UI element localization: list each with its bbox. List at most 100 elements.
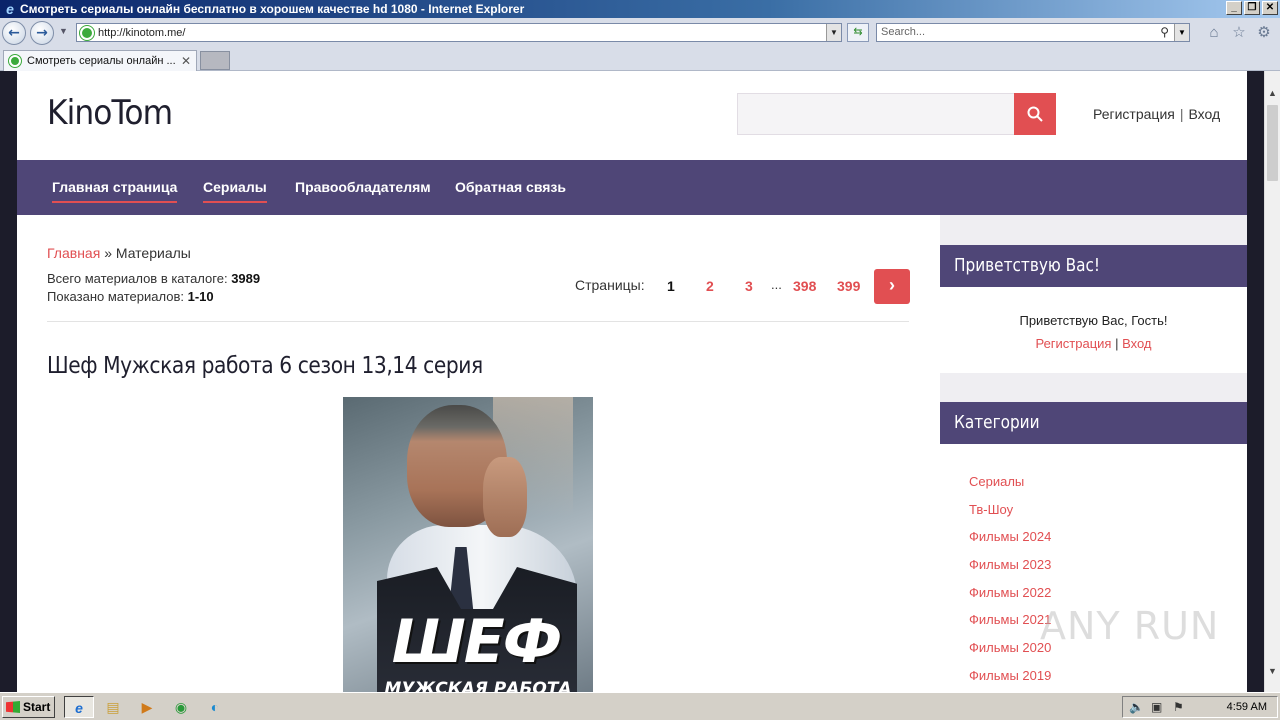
breadcrumb: Главная » Материалы (47, 245, 191, 261)
taskbar-folder-icon[interactable]: ▤ (98, 696, 128, 718)
category-link[interactable]: Фильмы 2022 (969, 585, 1051, 613)
tab-active[interactable]: Смотреть сериалы онлайн ... ✕ (3, 50, 197, 71)
poster-title-text: ШЕФ (391, 607, 563, 677)
url-text: http://kinotom.me/ (98, 26, 186, 39)
catalog-stats: Всего материалов в каталоге: 3989 Показа… (47, 270, 260, 306)
post-poster-image[interactable]: ШЕФ МУЖСКАЯ РАБОТА (343, 397, 593, 692)
site-search-button[interactable] (1014, 93, 1056, 135)
main-nav: Главная страница Сериалы Правообладателя… (17, 160, 1247, 215)
auth-separator: | (1179, 106, 1184, 122)
shown-value: 1-10 (187, 289, 214, 304)
content-divider (47, 321, 909, 322)
scrollbar-thumb[interactable] (1267, 105, 1278, 181)
minimize-button[interactable]: _ (1226, 1, 1242, 15)
category-link[interactable]: Тв-Шоу (969, 502, 1051, 530)
start-label: Start (23, 700, 51, 714)
main-content: Главная » Материалы Всего материалов в к… (17, 215, 940, 692)
volume-icon[interactable]: 🔈 (1129, 700, 1144, 714)
anyrun-watermark: ANY RUN (1040, 604, 1220, 648)
nav-item-home[interactable]: Главная страница (52, 179, 178, 203)
search-icon[interactable]: ⚲ (1160, 24, 1169, 41)
taskbar: Start e ▤ ▶ ◉ ◐ 🔈 ▣ ⚑ 4:59 AM (0, 692, 1280, 720)
tab-favicon-icon (8, 54, 22, 68)
refresh-icon: ⇆ (853, 26, 863, 38)
pagination-label: Страницы: (575, 277, 645, 293)
pagination-dots: ... (771, 277, 782, 292)
category-link[interactable]: Фильмы 2021 (969, 612, 1051, 640)
window-titlebar: e Смотреть сериалы онлайн бесплатно в хо… (0, 0, 1280, 18)
scroll-down-icon[interactable]: ▼ (1265, 663, 1280, 679)
start-button[interactable]: Start (2, 696, 55, 718)
taskbar-media-player-icon[interactable]: ▶ (132, 696, 162, 718)
welcome-text: Приветствую Вас, Гость! (1019, 313, 1168, 328)
site-favicon-icon (79, 24, 95, 41)
total-label: Всего материалов в каталоге: (47, 271, 228, 286)
auth-links: Регистрация | Вход (1093, 106, 1220, 122)
category-link[interactable]: Фильмы 2024 (969, 529, 1051, 557)
windows-flag-icon (6, 701, 20, 713)
taskbar-chrome-icon[interactable]: ◉ (166, 696, 196, 718)
sidebar-login-link[interactable]: Вход (1122, 336, 1151, 351)
sidebar-auth-separator: | (1115, 336, 1119, 351)
browser-search-input[interactable]: Search... ⚲ ▼ (876, 23, 1190, 42)
site-search-input[interactable] (737, 93, 1015, 135)
next-page-button[interactable]: › (874, 269, 910, 304)
category-link[interactable]: Фильмы 2020 (969, 640, 1051, 668)
maximize-button[interactable]: ❐ (1244, 1, 1260, 15)
category-link[interactable]: Сериалы (969, 474, 1051, 502)
page-link-399[interactable]: 399 (837, 278, 860, 294)
page-link-398[interactable]: 398 (793, 278, 816, 294)
address-toolbar: ← → ▼ http://kinotom.me/ ▼ ⇆ Search... ⚲… (0, 18, 1280, 48)
category-link[interactable]: Фильмы 2019 (969, 668, 1051, 692)
post-title[interactable]: Шеф Мужская работа 6 сезон 13,14 серия (47, 353, 483, 379)
star-icon[interactable]: ☆ (1230, 24, 1248, 42)
gear-icon[interactable]: ⚙ (1255, 24, 1273, 42)
back-icon: ← (8, 25, 20, 41)
page-viewport: KinoTom Регистрация | Вход Главная страниц… (0, 71, 1264, 692)
taskbar-edge-icon[interactable]: ◐ (200, 696, 230, 718)
sidebar-register-link[interactable]: Регистрация (1035, 336, 1111, 351)
browser-search-placeholder: Search... (881, 26, 926, 38)
system-tray: 🔈 ▣ ⚑ 4:59 AM (1122, 696, 1278, 718)
welcome-widget: Приветствую Вас! Приветствую Вас, Гость!… (940, 245, 1247, 373)
page-link-1[interactable]: 1 (667, 278, 675, 294)
nav-item-feedback[interactable]: Обратная связь (455, 179, 566, 201)
url-field[interactable]: http://kinotom.me/ ▼ (76, 23, 842, 42)
new-tab-button[interactable] (200, 51, 230, 70)
search-icon (1027, 106, 1043, 122)
shown-label: Показано материалов: (47, 289, 184, 304)
refresh-button[interactable]: ⇆ (847, 23, 869, 42)
back-button[interactable]: ← (2, 21, 26, 45)
window-title: Смотреть сериалы онлайн бесплатно в хоро… (20, 2, 525, 16)
breadcrumb-home-link[interactable]: Главная (47, 245, 100, 261)
vertical-scrollbar[interactable]: ▲ ▼ (1264, 71, 1280, 692)
category-link[interactable]: Фильмы 2023 (969, 557, 1051, 585)
nav-item-series[interactable]: Сериалы (203, 179, 267, 203)
poster-subtitle-text: МУЖСКАЯ РАБОТА (384, 679, 572, 692)
search-dropdown-icon[interactable]: ▼ (1174, 24, 1189, 41)
login-link[interactable]: Вход (1188, 106, 1220, 122)
chevron-right-icon: › (889, 275, 895, 295)
breadcrumb-separator: » (104, 245, 112, 261)
page-link-3[interactable]: 3 (745, 278, 753, 294)
clock[interactable]: 4:59 AM (1227, 701, 1267, 713)
page-link-2[interactable]: 2 (706, 278, 714, 294)
close-button[interactable]: ✕ (1262, 1, 1278, 15)
site-logo[interactable]: KinoTom (47, 93, 173, 133)
scroll-up-icon[interactable]: ▲ (1265, 85, 1280, 101)
taskbar-ie-icon[interactable]: e (64, 696, 94, 718)
breadcrumb-current: Материалы (115, 245, 191, 261)
categories-widget: Категории Сериалы Тв-Шоу Фильмы 2024 Фил… (940, 402, 1247, 692)
home-icon[interactable]: ⌂ (1205, 24, 1223, 42)
history-dropdown-icon[interactable]: ▼ (59, 26, 68, 36)
forward-button[interactable]: → (30, 21, 54, 45)
nav-item-rightholders[interactable]: Правообладателям (295, 179, 431, 201)
url-dropdown-icon[interactable]: ▼ (826, 24, 841, 41)
register-link[interactable]: Регистрация (1093, 106, 1175, 122)
tab-close-icon[interactable]: ✕ (179, 54, 193, 68)
total-value: 3989 (231, 271, 261, 286)
categories-widget-title: Категории (940, 402, 1247, 444)
action-center-flag-icon[interactable]: ⚑ (1173, 700, 1184, 714)
network-icon[interactable]: ▣ (1151, 700, 1162, 714)
forward-icon: → (36, 25, 48, 41)
